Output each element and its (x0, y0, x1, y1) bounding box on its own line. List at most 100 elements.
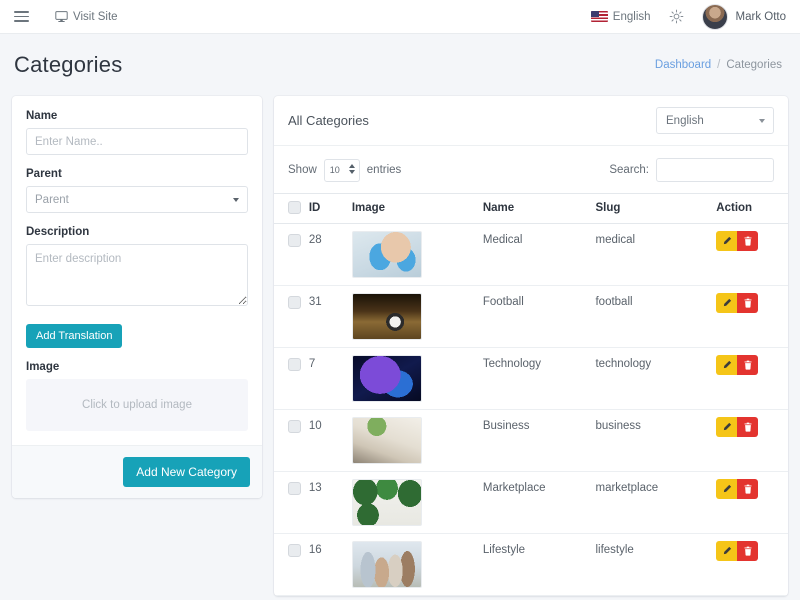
avatar (702, 4, 728, 30)
row-action-group (716, 417, 758, 437)
edit-button[interactable] (716, 417, 737, 437)
row-checkbox[interactable] (288, 420, 301, 433)
row-id-cell: 7 (309, 348, 352, 410)
table-row: 28 Medicalmedical (274, 224, 788, 286)
delete-button[interactable] (737, 231, 758, 251)
edit-button[interactable] (716, 231, 737, 251)
trash-icon (743, 360, 753, 370)
row-name-cell: Medical (483, 224, 596, 286)
delete-button[interactable] (737, 541, 758, 561)
language-switcher[interactable]: English (591, 11, 651, 23)
row-checkbox[interactable] (288, 544, 301, 557)
row-thumbnail (352, 417, 422, 464)
row-action-group (716, 231, 758, 251)
row-checkbox[interactable] (288, 358, 301, 371)
row-action-cell (716, 224, 788, 286)
row-slug-value: technology (595, 355, 716, 370)
add-category-form-body: Name Parent Parent Description Add Trans… (12, 96, 262, 445)
hamburger-icon[interactable] (14, 11, 29, 22)
image-upload-dropzone[interactable]: Click to upload image (26, 379, 248, 431)
edit-button[interactable] (716, 479, 737, 499)
edit-button[interactable] (716, 541, 737, 561)
row-slug-cell: business (595, 410, 716, 472)
show-entries-group: Show 10 entries (288, 159, 401, 182)
row-id-cell: 13 (309, 472, 352, 534)
parent-select-wrap: Parent (26, 186, 248, 213)
search-input[interactable] (656, 158, 774, 182)
page-header: Categories Dashboard / Categories (0, 34, 800, 96)
breadcrumb-dashboard-link[interactable]: Dashboard (655, 59, 711, 71)
row-name-cell: Marketplace (483, 472, 596, 534)
row-image-cell (352, 472, 483, 534)
column-header-id: ID (309, 194, 352, 224)
row-name-value: Medical (483, 231, 596, 246)
column-header-image: Image (352, 194, 483, 224)
all-categories-card: All Categories English Show 10 entrie (274, 96, 788, 596)
entries-select-wrap: 10 (324, 159, 360, 182)
row-id-cell: 28 (309, 224, 352, 286)
pencil-icon (722, 360, 732, 370)
table-language-select[interactable]: English (656, 107, 774, 134)
row-select-cell (274, 410, 309, 472)
user-menu[interactable]: Mark Otto (702, 4, 786, 30)
row-action-group (716, 355, 758, 375)
row-image-cell (352, 410, 483, 472)
breadcrumb-separator: / (717, 59, 720, 71)
row-slug-cell: football (595, 286, 716, 348)
row-id-value: 31 (309, 293, 352, 308)
select-all-checkbox[interactable] (288, 201, 301, 214)
row-checkbox[interactable] (288, 234, 301, 247)
categories-table-head: ID Image Name Slug Action (274, 194, 788, 224)
row-action-cell (716, 286, 788, 348)
row-name-cell: Football (483, 286, 596, 348)
row-name-value: Technology (483, 355, 596, 370)
search-label: Search: (609, 164, 649, 176)
column-header-action: Action (716, 194, 788, 224)
description-textarea[interactable] (26, 244, 248, 306)
edit-button[interactable] (716, 355, 737, 375)
pencil-icon (722, 236, 732, 246)
all-categories-title: All Categories (288, 113, 369, 128)
visit-site-link[interactable]: Visit Site (55, 10, 118, 23)
user-name-label: Mark Otto (736, 11, 786, 23)
row-id-value: 13 (309, 479, 352, 494)
row-slug-value: football (595, 293, 716, 308)
row-id-cell: 16 (309, 534, 352, 596)
row-slug-value: medical (595, 231, 716, 246)
edit-button[interactable] (716, 293, 737, 313)
form-footer: Add New Category (12, 445, 262, 498)
row-thumbnail (352, 293, 422, 340)
column-header-name: Name (483, 194, 596, 224)
sun-icon[interactable] (669, 9, 684, 24)
name-input[interactable] (26, 128, 248, 155)
delete-button[interactable] (737, 293, 758, 313)
parent-select[interactable]: Parent (26, 186, 248, 213)
language-label: English (613, 11, 651, 23)
description-label: Description (26, 226, 248, 238)
row-checkbox[interactable] (288, 482, 301, 495)
row-slug-value: lifestyle (595, 541, 716, 556)
parent-field-group: Parent Parent (26, 168, 248, 213)
row-thumbnail (352, 541, 422, 588)
row-thumbnail (352, 479, 422, 526)
table-tools: Show 10 entries Search: (274, 146, 788, 193)
table-row: 31 Footballfootball (274, 286, 788, 348)
image-field-group: Image Click to upload image (26, 361, 248, 431)
delete-button[interactable] (737, 355, 758, 375)
row-name-cell: Business (483, 410, 596, 472)
name-label: Name (26, 110, 248, 122)
row-name-cell: Lifestyle (483, 534, 596, 596)
row-image-cell (352, 286, 483, 348)
parent-label: Parent (26, 168, 248, 180)
entries-select[interactable]: 10 (324, 159, 360, 182)
add-new-category-button[interactable]: Add New Category (123, 457, 250, 487)
row-checkbox[interactable] (288, 296, 301, 309)
row-thumbnail (352, 355, 422, 402)
top-navbar: Visit Site English Mark Otto (0, 0, 800, 34)
delete-button[interactable] (737, 417, 758, 437)
add-translation-button[interactable]: Add Translation (26, 324, 122, 348)
image-label: Image (26, 361, 248, 373)
breadcrumb: Dashboard / Categories (655, 59, 782, 71)
row-action-cell (716, 410, 788, 472)
delete-button[interactable] (737, 479, 758, 499)
